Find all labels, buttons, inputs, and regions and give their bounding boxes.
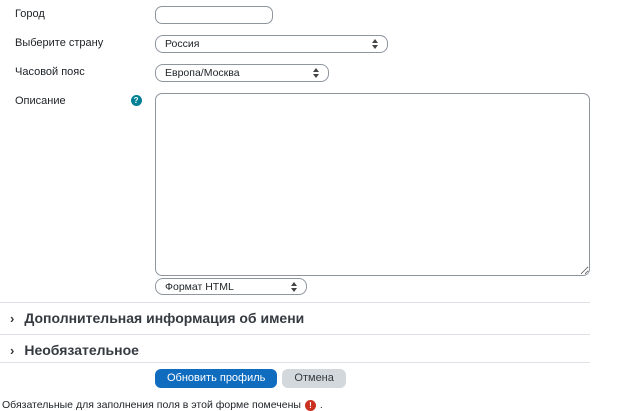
form-row-format: Формат HTML <box>155 278 590 295</box>
profile-edit-form-page: Город Выберите страну Россия Часовой поя… <box>0 0 624 406</box>
section-optional-label: Необязательное <box>24 342 139 358</box>
timezone-label-cell: Часовой пояс <box>0 64 155 81</box>
select-updown-icon <box>291 282 297 292</box>
section-additional-names-label: Дополнительная информация об имени <box>24 310 304 326</box>
country-label-cell: Выберите страну <box>0 35 155 52</box>
divider <box>0 362 590 363</box>
description-label-cell: Описание ? <box>0 93 155 110</box>
required-fields-suffix: . <box>320 399 323 411</box>
form-row-timezone: Часовой пояс Европа/Москва <box>0 64 590 82</box>
timezone-label: Часовой пояс <box>15 64 85 81</box>
cancel-button[interactable]: Отмена <box>282 369 345 388</box>
timezone-select[interactable]: Европа/Москва <box>155 64 329 82</box>
description-label: Описание <box>15 93 66 110</box>
form-row-description: Описание ? <box>0 93 590 276</box>
section-optional[interactable]: › Необязательное <box>0 334 590 362</box>
country-select-value: Россия <box>165 38 199 50</box>
required-fields-note: Обязательные для заполнения поля в этой … <box>0 399 624 411</box>
city-label-cell: Город <box>0 6 155 23</box>
chevron-right-icon: › <box>10 311 14 326</box>
city-label: Город <box>15 6 45 23</box>
description-textarea[interactable] <box>155 93 590 276</box>
help-icon[interactable]: ? <box>131 95 142 106</box>
form-row-city: Город <box>0 6 590 24</box>
form-row-country: Выберите страну Россия <box>0 35 590 53</box>
required-icon: ! <box>305 400 316 411</box>
format-select-value: Формат HTML <box>165 281 234 293</box>
section-additional-names[interactable]: › Дополнительная информация об имени <box>0 302 590 334</box>
profile-form: Город Выберите страну Россия Часовой поя… <box>0 6 590 388</box>
city-input[interactable] <box>155 6 273 24</box>
collapsible-sections: › Дополнительная информация об имени › Н… <box>0 302 590 363</box>
form-action-buttons: Обновить профиль Отмена <box>155 369 590 388</box>
select-updown-icon <box>313 68 319 78</box>
update-profile-button[interactable]: Обновить профиль <box>155 369 277 388</box>
select-updown-icon <box>372 39 378 49</box>
country-label: Выберите страну <box>15 35 103 52</box>
format-select[interactable]: Формат HTML <box>155 278 307 295</box>
country-select[interactable]: Россия <box>155 35 388 53</box>
timezone-select-value: Европа/Москва <box>165 67 240 79</box>
chevron-right-icon: › <box>10 343 14 358</box>
required-fields-text: Обязательные для заполнения поля в этой … <box>2 399 301 411</box>
